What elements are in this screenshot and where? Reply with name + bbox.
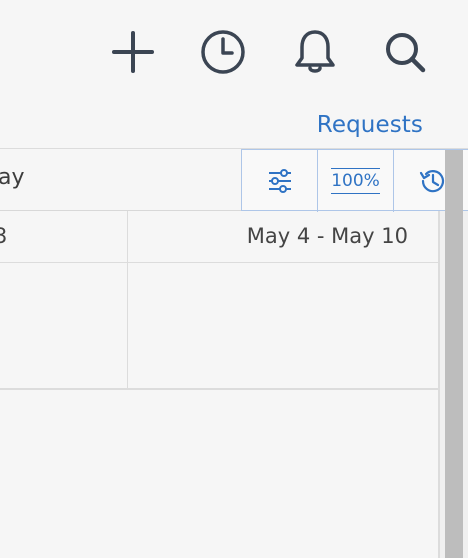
week-header-cell: May 4 - May 10: [128, 211, 438, 262]
plus-icon: [112, 31, 154, 73]
recent-button[interactable]: [199, 28, 247, 76]
calendar-page: Requests ay 100% 3 May 4 - May 10: [0, 0, 468, 558]
filter-settings-button[interactable]: [242, 150, 318, 212]
bell-icon: [295, 30, 335, 73]
calendar-toolbar: ay 100%: [0, 148, 468, 212]
week-label: May 4 - May 10: [246, 224, 408, 248]
week-header-row: 3 May 4 - May 10: [0, 211, 438, 263]
view-tools: 100%: [241, 149, 468, 212]
search-icon: [386, 33, 426, 73]
week-label: 3: [0, 224, 8, 248]
search-button[interactable]: [381, 28, 429, 76]
zoom-label: 100%: [331, 168, 380, 194]
notifications-button[interactable]: [291, 28, 339, 76]
week-header-cell: 3: [0, 211, 128, 262]
period-label: ay: [0, 165, 25, 190]
add-button[interactable]: [109, 28, 157, 76]
calendar-body-row: [0, 263, 438, 390]
sliders-icon: [268, 169, 291, 193]
history-icon: [419, 170, 444, 193]
scrollbar-thumb[interactable]: [445, 150, 463, 558]
zoom-button[interactable]: 100%: [318, 150, 394, 212]
requests-link[interactable]: Requests: [317, 112, 423, 138]
clock-icon: [201, 30, 245, 74]
calendar-cell[interactable]: [0, 263, 128, 388]
